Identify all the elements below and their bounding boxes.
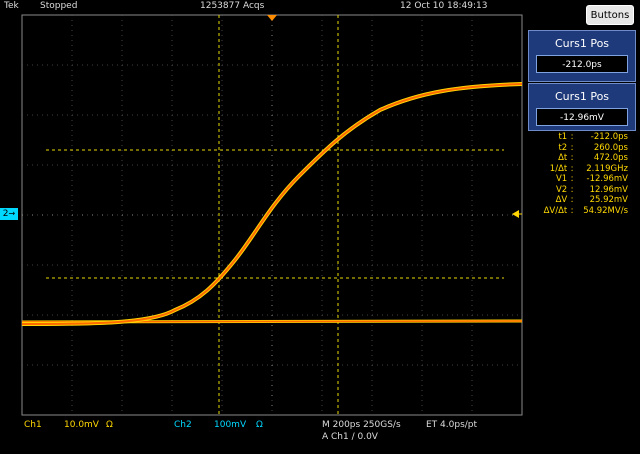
cursor-readout: t1: -212.0ps t2:260.0ps Δt:472.0ps 1/Δt:2… bbox=[528, 132, 628, 216]
ch1-scale[interactable]: 10.0mV bbox=[64, 420, 99, 430]
ch2-ohm: Ω bbox=[256, 420, 263, 430]
trigger-position-marker bbox=[267, 15, 277, 21]
panel-title: Curs1 Pos bbox=[554, 37, 610, 50]
ch1-ohm: Ω bbox=[106, 420, 113, 430]
timebase[interactable]: M 200ps 250GS/s bbox=[322, 420, 401, 430]
cursor1-voltage-value[interactable]: -12.96mV bbox=[536, 108, 628, 126]
trigger-settings[interactable]: A Ch1 ∕ 0.0V bbox=[322, 432, 378, 442]
cursors bbox=[46, 15, 504, 415]
cursor1-time-value[interactable]: -212.0ps bbox=[536, 55, 628, 73]
ch2-label[interactable]: Ch2 bbox=[174, 420, 192, 430]
readout-row: 1/Δt:2.119GHz bbox=[549, 163, 628, 174]
readout-row: ΔV:25.92mV bbox=[555, 195, 628, 205]
readout-row: Δt:472.0ps bbox=[558, 153, 628, 163]
ch2-scale[interactable]: 100mV bbox=[214, 420, 246, 430]
cursor1-voltage-panel[interactable]: Curs1 Pos -12.96mV bbox=[528, 83, 636, 131]
readout-row: t1: -212.0ps bbox=[558, 132, 628, 142]
cursor1-time-panel[interactable]: Curs1 Pos -212.0ps bbox=[528, 30, 636, 82]
readout-row: V1: -12.96mV bbox=[555, 174, 628, 184]
panel-title: Curs1 Pos bbox=[554, 90, 610, 103]
readout-row: V2:12.96mV bbox=[555, 184, 628, 195]
ch1-label[interactable]: Ch1 bbox=[24, 420, 42, 430]
readout-row: t2:260.0ps bbox=[558, 142, 628, 153]
readout-row: ΔV/Δt:54.92MV/s bbox=[543, 205, 628, 216]
channel2-marker[interactable]: 2→ bbox=[0, 208, 18, 220]
equivalent-time: ET 4.0ps/pt bbox=[426, 420, 478, 430]
